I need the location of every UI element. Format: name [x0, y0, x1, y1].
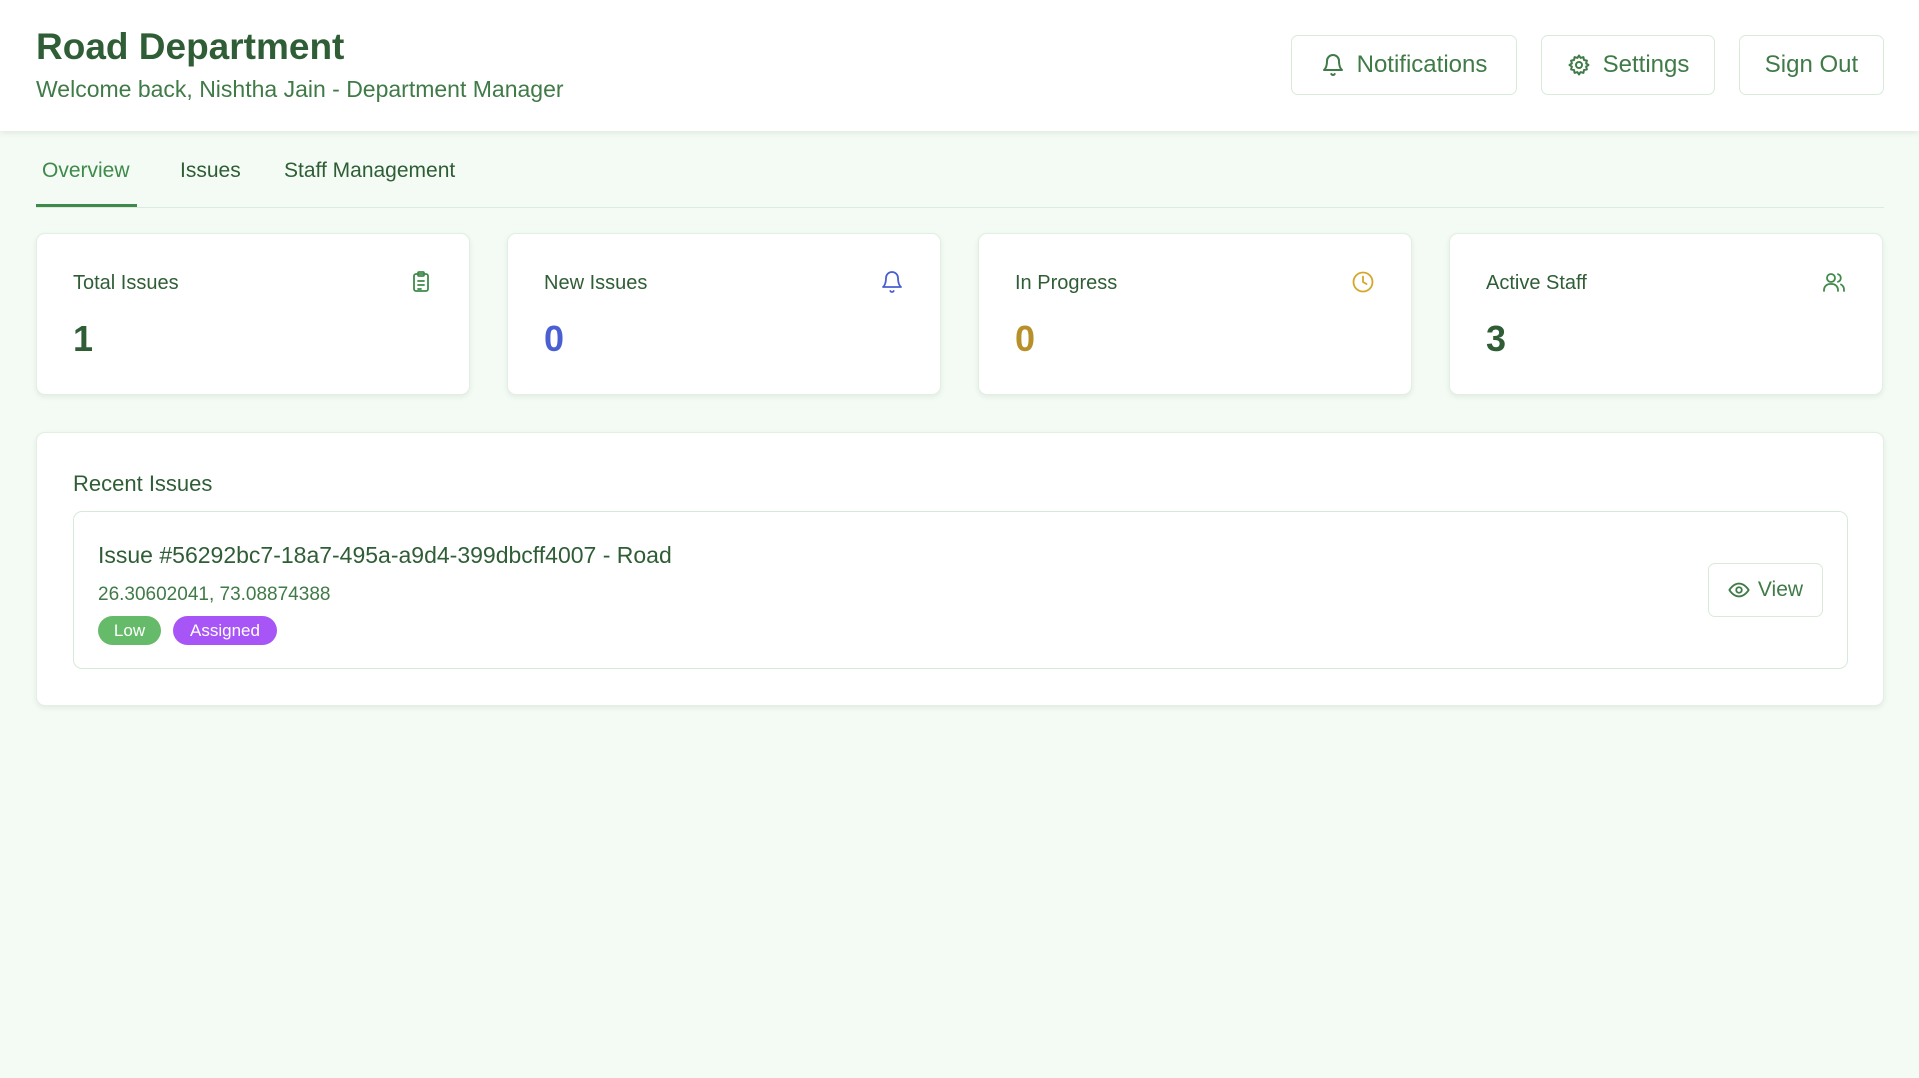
stat-card-in-progress: In Progress 0	[978, 233, 1412, 395]
gear-icon	[1568, 54, 1590, 76]
stat-label: Active Staff	[1486, 272, 1587, 294]
stat-value: 3	[1486, 318, 1507, 359]
recent-issues-title: Recent Issues	[73, 471, 213, 496]
clipboard-icon	[413, 271, 429, 292]
users-icon	[1823, 273, 1845, 292]
tab-bar: Overview Issues Staff Management	[36, 131, 1884, 208]
stat-label: Total Issues	[73, 272, 179, 294]
status-badge: Assigned	[173, 616, 277, 645]
stat-value: 0	[1015, 318, 1036, 359]
view-issue-button[interactable]: View	[1708, 563, 1823, 617]
stat-label: In Progress	[1015, 272, 1118, 294]
stat-value: 0	[544, 318, 565, 359]
settings-button[interactable]: Settings	[1541, 35, 1715, 95]
stat-label: New Issues	[544, 272, 648, 294]
settings-label: Settings	[1602, 51, 1690, 78]
priority-badge: Low	[98, 616, 161, 645]
sign-out-label: Sign Out	[1764, 51, 1859, 78]
tab-overview[interactable]: Overview	[42, 159, 130, 183]
welcome-message: Welcome back, Nishtha Jain - Department …	[36, 76, 564, 102]
list-item: Issue #56292bc7-18a7-495a-a9d4-399dbcff4…	[73, 511, 1848, 669]
issue-title: Issue #56292bc7-18a7-495a-a9d4-399dbcff4…	[98, 542, 672, 568]
notifications-button[interactable]: Notifications	[1291, 35, 1517, 95]
issue-coordinates: 26.30602041, 73.08874388	[98, 584, 331, 605]
page-header: Road Department Welcome back, Nishtha Ja…	[0, 0, 1919, 131]
page-title: Road Department	[36, 26, 345, 67]
eye-icon	[1728, 582, 1750, 598]
notifications-label: Notifications	[1356, 51, 1488, 78]
tab-issues[interactable]: Issues	[180, 159, 241, 183]
stat-card-new-issues: New Issues 0	[507, 233, 941, 395]
stat-value: 1	[73, 318, 94, 359]
clock-icon	[1352, 271, 1374, 293]
sign-out-button[interactable]: Sign Out	[1739, 35, 1884, 95]
stat-card-active-staff: Active Staff 3	[1449, 233, 1883, 395]
stat-card-total-issues: Total Issues 1	[36, 233, 470, 395]
recent-issues-panel: Recent Issues Issue #56292bc7-18a7-495a-…	[36, 432, 1884, 706]
bell-icon	[1322, 54, 1343, 76]
bell-icon	[882, 271, 902, 293]
view-label: View	[1757, 578, 1804, 601]
active-tab-indicator	[36, 204, 137, 207]
tab-staff-management[interactable]: Staff Management	[284, 159, 455, 183]
